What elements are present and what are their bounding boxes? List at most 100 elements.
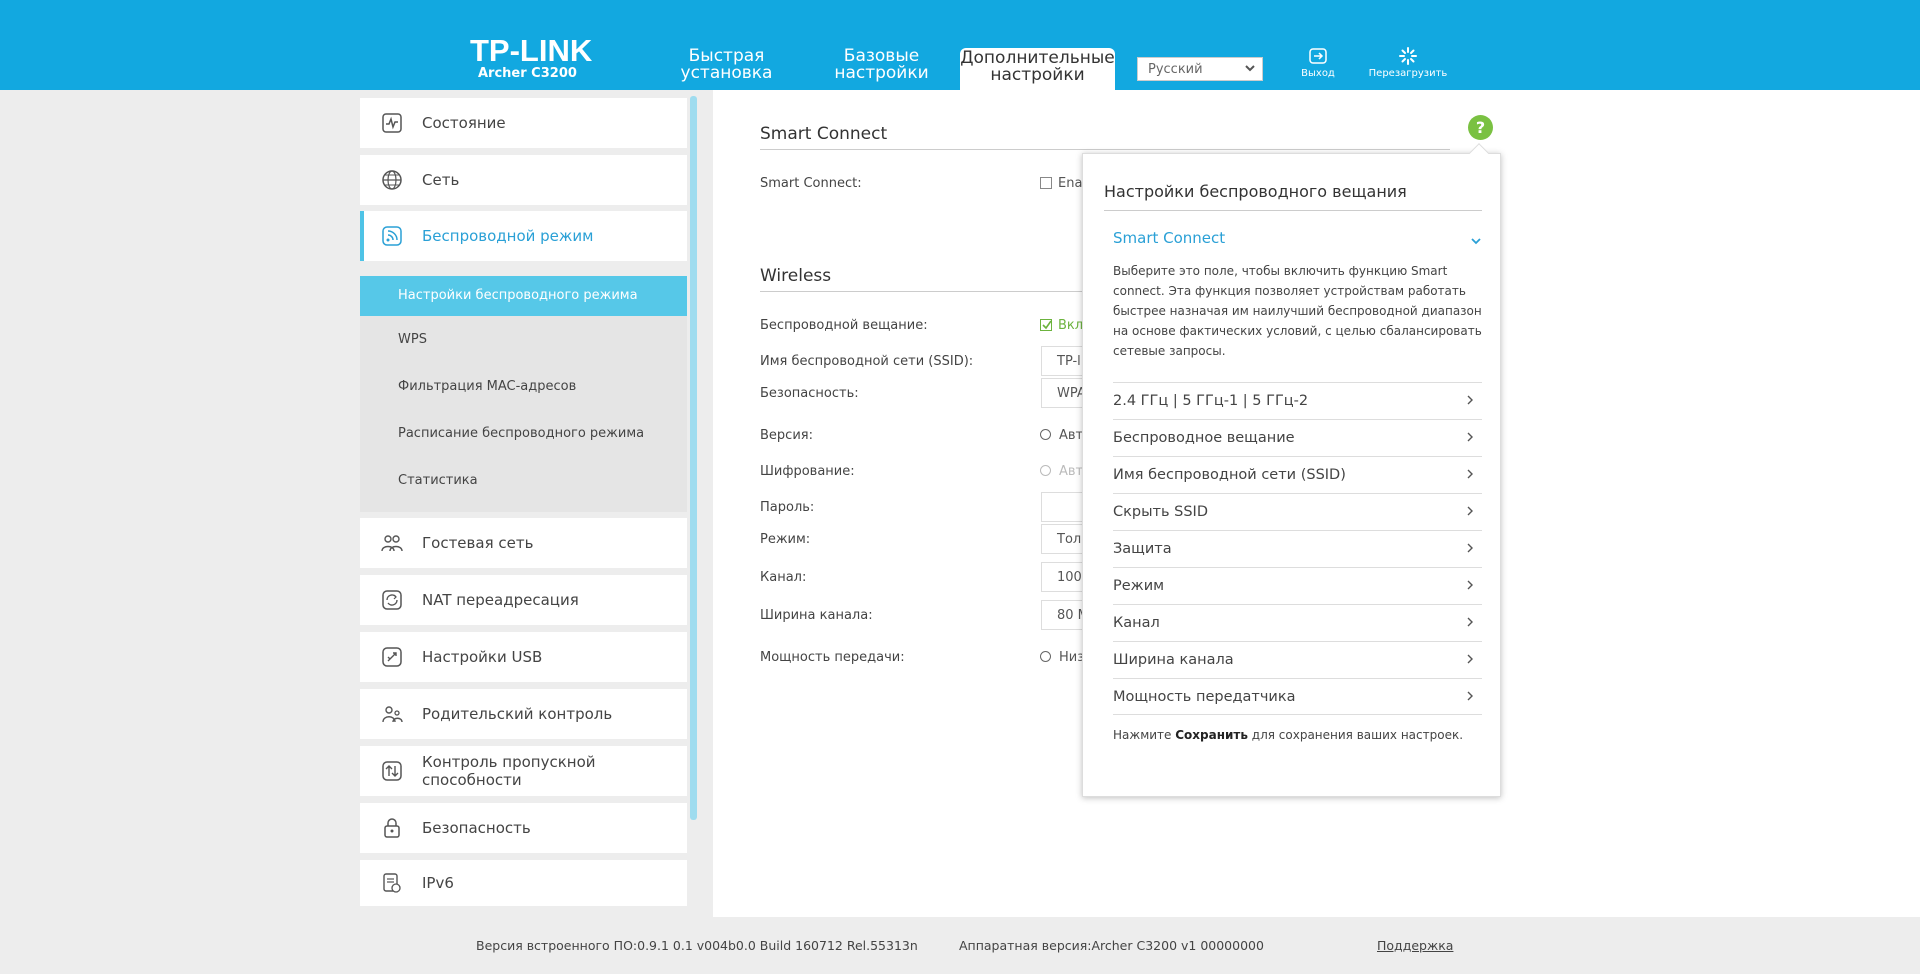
- tab-basic[interactable]: Базовые настройки: [824, 48, 939, 90]
- channel-label: Канал:: [760, 570, 807, 585]
- help-item[interactable]: Скрыть SSID: [1113, 493, 1482, 530]
- help-item[interactable]: Защита: [1113, 530, 1482, 567]
- help-item-label: Мощность передатчика: [1113, 689, 1296, 705]
- chevron-right-icon: [1466, 642, 1474, 679]
- sidebar-scrollbar[interactable]: [690, 96, 697, 820]
- support-link[interactable]: Поддержка: [1377, 938, 1453, 953]
- submenu-wireless-settings[interactable]: Настройки беспроводного режима: [360, 276, 687, 316]
- submenu-mac-filter[interactable]: Фильтрация MAC-адресов: [360, 363, 687, 410]
- section-divider: [760, 291, 1082, 292]
- tab-quick-setup[interactable]: Быстрая установка: [669, 48, 784, 90]
- reboot-label: Перезагрузить: [1368, 68, 1448, 79]
- sidebar-item-network[interactable]: Сеть: [360, 155, 687, 205]
- radio-icon: [1040, 429, 1051, 440]
- wireless-icon: [381, 225, 403, 247]
- header: TP-LINK Archer C3200 Быстрая установка Б…: [0, 0, 1920, 90]
- tab-label-line2: настройки: [990, 65, 1085, 85]
- chevron-right-icon: [1466, 420, 1474, 457]
- ssid-label: Имя беспроводной сети (SSID):: [760, 354, 974, 369]
- help-item-label: Беспроводное вещание: [1113, 430, 1295, 446]
- note-text: для сохранения ваших настроек.: [1247, 728, 1464, 742]
- note-text: Нажмите: [1113, 728, 1176, 742]
- password-label: Пароль:: [760, 500, 815, 515]
- sidebar-item-guest[interactable]: Гостевая сеть: [360, 518, 687, 568]
- smart-connect-value: Ena: [1058, 176, 1083, 191]
- sidebar-item-usb[interactable]: Настройки USB: [360, 632, 687, 682]
- version-label: Версия:: [760, 428, 813, 443]
- sidebar-item-label: NAT переадресация: [422, 591, 579, 609]
- reboot-button[interactable]: Перезагрузить: [1366, 46, 1450, 79]
- sidebar-item-wireless[interactable]: Беспроводной режим: [360, 211, 687, 261]
- encryption-value: Авт: [1059, 464, 1084, 479]
- mode-label: Режим:: [760, 532, 811, 547]
- help-button[interactable]: ?: [1468, 115, 1493, 140]
- status-icon: [381, 112, 403, 134]
- tx-power-radio[interactable]: Низ: [1040, 650, 1084, 665]
- encryption-label: Шифрование:: [760, 464, 855, 479]
- sidebar-item-label: Родительский контроль: [422, 705, 613, 723]
- wireless-section-title: Wireless: [760, 266, 832, 286]
- logout-label: Выход: [1301, 68, 1335, 79]
- ipv6-icon: [381, 872, 403, 894]
- help-item[interactable]: 2.4 ГГц | 5 ГГц-1 | 5 ГГц-2: [1113, 382, 1482, 419]
- footer: Версия встроенного ПО:0.9.1 0.1 v004b0.0…: [0, 917, 1920, 974]
- reboot-icon: [1399, 47, 1417, 65]
- help-save-note: Нажмите Сохранить для сохранения ваших н…: [1113, 728, 1463, 742]
- help-item-label: Имя беспроводной сети (SSID): [1113, 467, 1346, 483]
- tx-power-value: Низ: [1059, 650, 1085, 665]
- sidebar: Состояние Сеть Беспроводной режим Настро…: [360, 90, 703, 917]
- tp-link-logo[interactable]: TP-LINK Archer C3200: [470, 35, 592, 82]
- chevron-down-icon[interactable]: [1470, 232, 1482, 251]
- sidebar-item-status[interactable]: Состояние: [360, 98, 687, 148]
- sidebar-item-nat[interactable]: NAT переадресация: [360, 575, 687, 625]
- logout-button[interactable]: Выход: [1298, 46, 1338, 79]
- guest-icon: [381, 532, 403, 554]
- sidebar-item-label: Гостевая сеть: [422, 534, 534, 552]
- sidebar-item-label: Безопасность: [422, 819, 531, 837]
- sidebar-item-label: Беспроводной режим: [422, 227, 594, 245]
- tab-label-line2: установка: [680, 63, 773, 83]
- hardware-version: Аппаратная версия:Archer C3200 v1 000000…: [959, 938, 1264, 953]
- model-name: Archer C3200: [478, 66, 577, 81]
- help-divider: [1104, 210, 1482, 211]
- chevron-right-icon: [1466, 568, 1474, 605]
- usb-icon: [381, 646, 403, 668]
- help-item[interactable]: Имя беспроводной сети (SSID): [1113, 456, 1482, 493]
- help-item-smart-connect[interactable]: Smart Connect: [1113, 229, 1225, 247]
- help-item[interactable]: Мощность передатчика: [1113, 678, 1482, 715]
- help-item[interactable]: Ширина канала: [1113, 641, 1482, 678]
- sidebar-item-ipv6[interactable]: IPv6: [360, 860, 687, 906]
- submenu-schedule[interactable]: Расписание беспроводного режима: [360, 410, 687, 457]
- chevron-right-icon: [1466, 457, 1474, 494]
- submenu-statistics[interactable]: Статистика: [360, 457, 687, 504]
- sidebar-item-bandwidth[interactable]: Контроль пропускной способности: [360, 746, 687, 796]
- version-radio[interactable]: Авт: [1040, 428, 1083, 443]
- sidebar-item-label: Контроль пропускной способности: [422, 753, 596, 789]
- help-item[interactable]: Режим: [1113, 567, 1482, 604]
- help-item[interactable]: Канал: [1113, 604, 1482, 641]
- help-item[interactable]: Беспроводное вещание: [1113, 419, 1482, 456]
- help-item-label: Режим: [1113, 578, 1165, 594]
- bandwidth-icon: [381, 760, 403, 782]
- smart-connect-checkbox[interactable]: Ena: [1040, 176, 1082, 191]
- language-select[interactable]: Русский: [1137, 57, 1263, 81]
- chevron-right-icon: [1466, 383, 1474, 420]
- broadcast-checkbox[interactable]: Вкл: [1040, 318, 1083, 333]
- lock-icon: [381, 817, 403, 839]
- sidebar-item-security[interactable]: Безопасность: [360, 803, 687, 853]
- tx-power-label: Мощность передачи:: [760, 650, 905, 665]
- globe-icon: [381, 169, 403, 191]
- submenu-wps[interactable]: WPS: [360, 316, 687, 363]
- sidebar-item-label: Состояние: [422, 114, 506, 132]
- help-item-label: Скрыть SSID: [1113, 504, 1208, 520]
- chevron-down-icon: [1244, 60, 1256, 79]
- chevron-right-icon: [1466, 605, 1474, 642]
- sidebar-item-label: IPv6: [422, 874, 454, 892]
- tab-advanced[interactable]: Дополнительные настройки: [960, 48, 1115, 90]
- chevron-right-icon: [1466, 494, 1474, 531]
- channel-width-label: Ширина канала:: [760, 608, 873, 623]
- parental-icon: [381, 703, 403, 725]
- version-value: Авт: [1059, 428, 1084, 443]
- encryption-radio[interactable]: Авт: [1040, 464, 1083, 479]
- sidebar-item-parental[interactable]: Родительский контроль: [360, 689, 687, 739]
